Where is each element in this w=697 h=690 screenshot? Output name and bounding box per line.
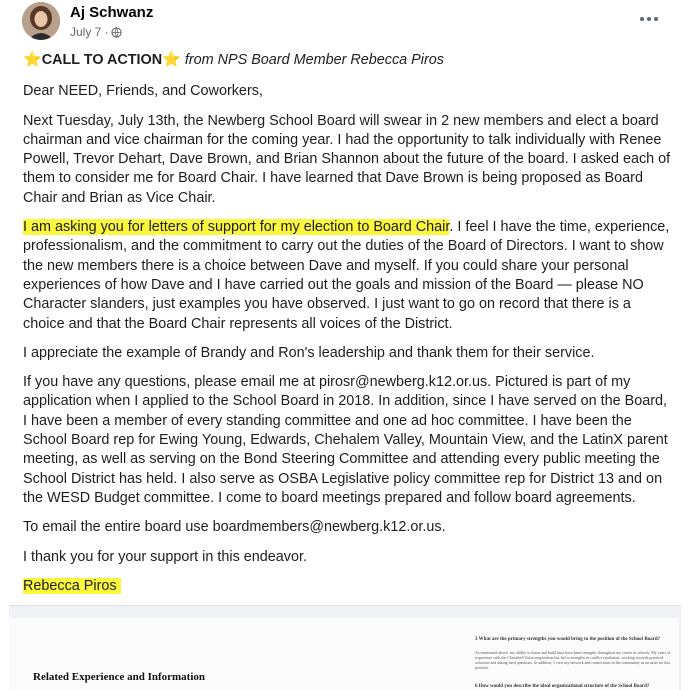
author-avatar[interactable] xyxy=(22,2,60,40)
signature-line: Rebecca Piros xyxy=(23,577,673,596)
cta-label: CALL TO ACTION xyxy=(41,52,163,68)
ellipsis-icon xyxy=(640,17,644,21)
globe-icon xyxy=(111,26,122,38)
cta-from: from NPS Board Member Rebecca Piros xyxy=(184,52,444,68)
call-to-action-line: ⭐CALL TO ACTION⭐ from NPS Board Member R… xyxy=(23,50,673,70)
star-icon: ⭐ xyxy=(23,51,42,68)
post-body: ⭐CALL TO ACTION⭐ from NPS Board Member R… xyxy=(23,50,673,606)
paragraph-2: I am asking you for letters of support f… xyxy=(23,218,673,334)
highlighted-request: I am asking you for letters of support f… xyxy=(23,219,450,236)
paragraph-2-rest: . I feel I have the time, experience, pr… xyxy=(23,219,670,332)
post-header: Aj Schwanz July 7 · xyxy=(22,0,682,44)
application-document: Related Experience and Information 3 Wha… xyxy=(9,618,679,690)
paragraph-1: Next Tuesday, July 13th, the Newberg Sch… xyxy=(23,112,671,206)
author-name[interactable]: Aj Schwanz xyxy=(70,4,153,21)
paragraph-6: I thank you for your support in this end… xyxy=(23,548,307,565)
meta-separator: · xyxy=(104,25,109,39)
signature: Rebecca Piros xyxy=(23,577,121,594)
greeting: Dear NEED, Friends, and Coworkers, xyxy=(23,83,263,100)
paragraph-5: To email the entire board use boardmembe… xyxy=(23,519,446,536)
document-title: Related Experience and Information xyxy=(33,671,206,683)
document-question-1: 3 What are the primary strengths you wou… xyxy=(475,637,661,642)
document-question-2: 6 How would you describe the ideal organ… xyxy=(475,684,650,689)
attached-image[interactable]: Related Experience and Information 3 Wha… xyxy=(9,605,681,690)
document-answer-1: As mentioned above, my ability to listen… xyxy=(475,650,671,670)
post-meta: July 7 · xyxy=(70,25,122,39)
post-date[interactable]: July 7 xyxy=(70,25,101,39)
more-options-button[interactable] xyxy=(636,12,662,26)
avatar-photo xyxy=(22,2,60,40)
paragraph-4: If you have any questions, please email … xyxy=(23,374,668,506)
paragraph-3: I appreciate the example of Brandy and R… xyxy=(23,344,595,361)
star-icon: ⭐ xyxy=(162,51,181,68)
